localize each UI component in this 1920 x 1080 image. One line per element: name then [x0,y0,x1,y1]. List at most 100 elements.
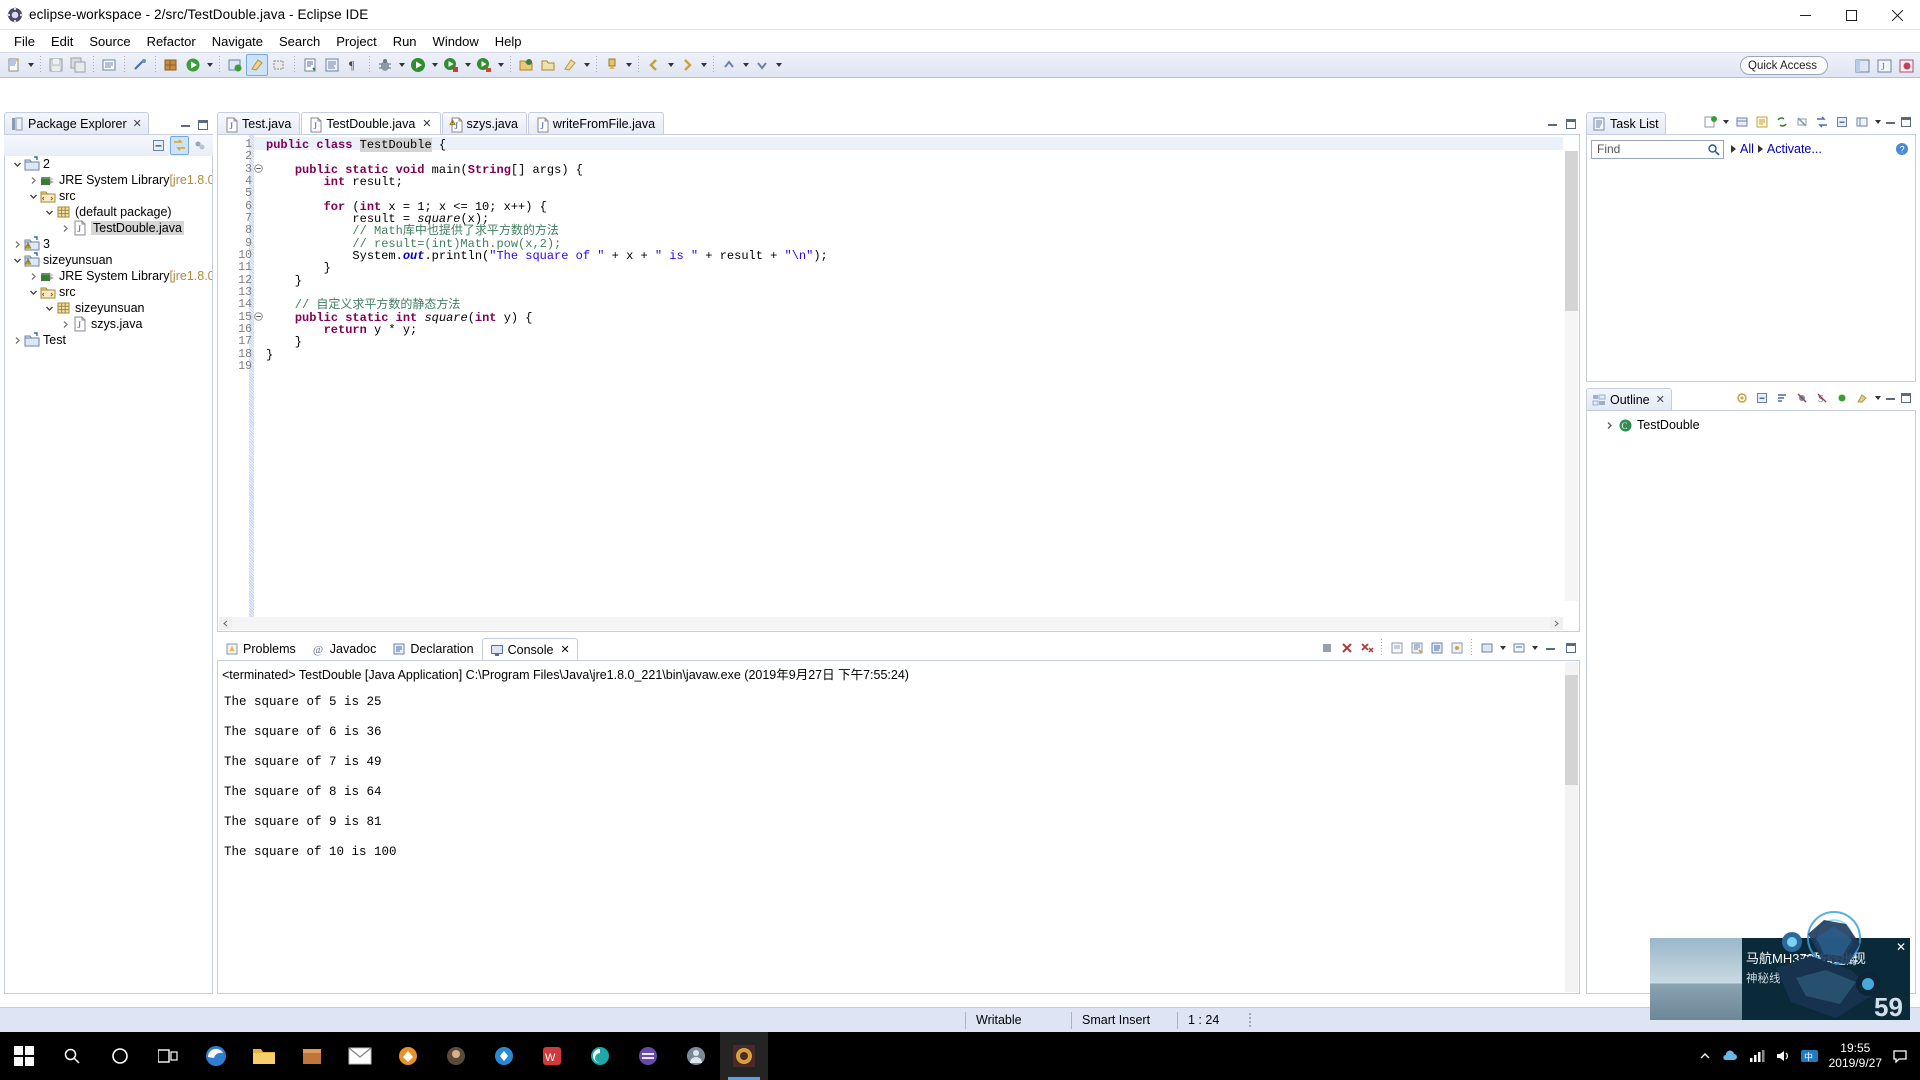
app-orange-icon[interactable] [384,1032,432,1080]
chevron-right-icon[interactable] [11,240,24,249]
minimize-task-list-icon[interactable] [1884,115,1898,129]
next-annotation-button[interactable] [751,54,773,76]
store-icon[interactable] [288,1032,336,1080]
tree-item[interactable]: sizeyunsuan [5,252,212,268]
maximize-task-list-icon[interactable] [1899,115,1913,129]
open-console-button[interactable] [321,54,343,76]
tree-item[interactable]: JRE System Library [jre1.8.0_221] [5,268,212,284]
collapse-all-button[interactable] [149,136,168,155]
java-perspective-button[interactable]: J [1874,55,1896,77]
app-gray-icon[interactable] [672,1032,720,1080]
collapse-tasks-button[interactable] [1832,113,1851,132]
focus-on-workweek-button[interactable] [1752,113,1771,132]
hide-non-public-button[interactable] [1832,389,1851,408]
java-ee-perspective-button[interactable] [1896,55,1918,77]
chevron-down-icon[interactable] [27,192,40,201]
categorize-button[interactable] [1732,113,1751,132]
volume-icon[interactable] [1775,1049,1791,1063]
minimize-editor-icon[interactable] [1546,117,1560,131]
debug-dropdown[interactable] [396,54,407,76]
menu-item-search[interactable]: Search [271,32,328,51]
run-coverage-dropdown[interactable] [462,54,473,76]
open-console-button[interactable] [1509,639,1528,658]
tree-item[interactable]: JRE System Library [jre1.8.0_221] [5,172,212,188]
toggle-mark-occurrences-button[interactable] [246,54,268,76]
chevron-right-icon[interactable] [59,224,72,233]
maximize-editor-icon[interactable] [1564,117,1578,131]
ime-icon[interactable]: 中 [1800,1049,1819,1063]
focus-on-active-task-button[interactable] [1732,389,1751,408]
play-icon[interactable] [1731,145,1736,153]
status-drag-handle[interactable] [1243,1012,1257,1028]
run-button-dropdown[interactable] [429,54,440,76]
maximize-button[interactable] [1828,0,1874,30]
video-thumbnail[interactable] [1650,938,1742,1020]
editor-code-content[interactable]: public class TestDouble { public static … [266,138,1563,617]
tab-declaration[interactable]: Declaration [384,638,481,660]
new-class-button[interactable] [559,54,581,76]
editor-tab-test-java[interactable]: J Test.java [217,112,301,134]
chevron-right-icon[interactable] [59,320,72,329]
help-icon[interactable]: ? [1895,142,1909,156]
new-class-dropdown[interactable] [581,54,592,76]
console-scroll-thumb[interactable] [1565,675,1578,785]
file-explorer-icon[interactable] [240,1032,288,1080]
open-task-button[interactable] [299,54,321,76]
save-button[interactable] [45,54,67,76]
maximize-console-button[interactable] [1561,639,1580,658]
chevron-right-icon[interactable] [11,336,24,345]
chevron-up-icon[interactable] [1699,1050,1711,1062]
tree-item[interactable]: src [5,188,212,204]
outline-item-testdouble[interactable]: C TestDouble [1587,415,1915,435]
tree-item[interactable]: 2 [5,156,212,172]
display-selected-console-button[interactable] [1477,639,1496,658]
editor-tab-writefromfile-java[interactable]: JwriteFromFile.java [527,112,665,134]
outline-view-menu-button[interactable] [1872,387,1883,409]
new-java-project-button[interactable] [515,54,537,76]
chevron-right-icon[interactable] [27,176,40,185]
tree-item[interactable]: sizeyunsuan [5,300,212,316]
show-whitespace-button[interactable]: ¶ [343,54,365,76]
link-with-editor-button[interactable] [170,136,189,155]
task-view-icon[interactable] [144,1032,192,1080]
open-perspective-button[interactable] [224,54,246,76]
menu-item-file[interactable]: File [6,32,43,51]
toggle-breakpoint-button[interactable] [129,54,151,76]
collapse-all-outline-button[interactable] [1752,389,1771,408]
previous-annotation-button[interactable] [718,54,740,76]
search-input[interactable]: Find [1591,139,1724,159]
task-list-tab[interactable]: Task List [1586,112,1666,134]
minimize-outline-icon[interactable] [1884,391,1898,405]
hide-static-button[interactable]: S [1812,389,1831,408]
console-output-panel[interactable]: <terminated> TestDouble [Java Applicatio… [217,660,1580,994]
view-menu-button[interactable] [191,136,210,155]
app-blue-icon[interactable] [480,1032,528,1080]
back-dropdown[interactable] [665,54,676,76]
new-task-dropdown[interactable] [1720,111,1731,133]
task-presentation-button[interactable] [1852,113,1871,132]
all-filter-link[interactable]: All [1740,142,1754,156]
app-teal-icon[interactable] [576,1032,624,1080]
activate-link[interactable]: Activate... [1767,142,1822,156]
taskbar-clock[interactable]: 19:55 2019/9/27 [1829,1041,1882,1071]
forward-button[interactable] [676,54,698,76]
hide-completed-button[interactable] [1792,113,1811,132]
new-wizard-dropdown[interactable] [25,54,36,76]
search-icon[interactable] [48,1032,96,1080]
menu-item-refactor[interactable]: Refactor [139,32,204,51]
tab-problems[interactable]: Problems [217,638,304,660]
minimize-console-button[interactable] [1541,639,1560,658]
back-button[interactable] [643,54,665,76]
pin-console-button[interactable] [1447,639,1466,658]
search-icon[interactable] [1707,143,1720,156]
app-purple-icon[interactable] [624,1032,672,1080]
start-button[interactable] [0,1032,48,1080]
tree-item[interactable]: J TestDouble.java [5,220,212,236]
open-perspective-switcher-button[interactable] [1852,55,1874,77]
menu-item-window[interactable]: Window [425,32,487,51]
external-tools-dropdown[interactable] [495,54,506,76]
package-explorer-tab[interactable]: Package Explorer ✕ [4,112,149,134]
chevron-down-icon[interactable] [11,256,24,265]
tree-item[interactable]: src [5,284,212,300]
print-button[interactable] [98,54,120,76]
